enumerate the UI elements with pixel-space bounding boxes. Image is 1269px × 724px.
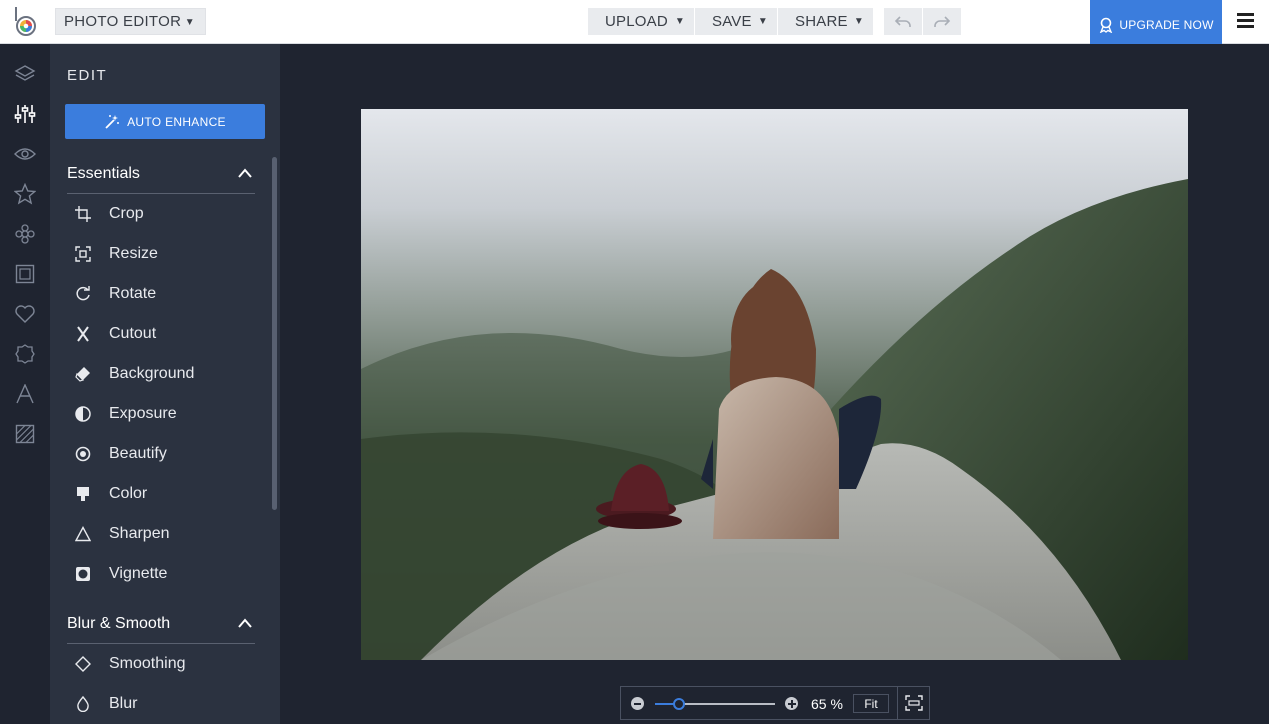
top-bar: PHOTO EDITOR ▼ UPLOAD ▼ SAVE ▼ SHARE ▼ U…	[0, 0, 1269, 50]
section-blur-smooth-header[interactable]: Blur & Smooth	[67, 604, 255, 644]
section-title: Blur & Smooth	[67, 614, 171, 632]
crop-icon	[72, 203, 94, 225]
tool-label: Background	[109, 365, 195, 382]
zoom-slider[interactable]	[655, 698, 775, 710]
star-icon[interactable]	[13, 182, 37, 206]
undo-icon	[894, 15, 911, 27]
section-title: Essentials	[67, 164, 140, 182]
tool-label: Smoothing	[109, 655, 186, 672]
drop-icon	[72, 693, 94, 715]
resize-icon	[72, 243, 94, 265]
tool-label: Resize	[109, 245, 158, 262]
upload-label: UPLOAD	[605, 13, 668, 30]
upgrade-now-button[interactable]: UPGRADE NOW	[1090, 0, 1222, 50]
tool-label: Blur	[109, 695, 138, 712]
zoom-slider-thumb[interactable]	[673, 698, 685, 710]
zoom-in-button[interactable]	[785, 697, 798, 710]
frame-icon[interactable]	[13, 262, 37, 286]
tool-exposure[interactable]: Exposure	[65, 394, 265, 434]
tool-resize[interactable]: Resize	[65, 234, 265, 274]
photo-canvas[interactable]	[361, 109, 1188, 660]
save-button[interactable]: SAVE ▼	[695, 8, 778, 35]
tool-label: Exposure	[109, 405, 177, 422]
zoom-value: 65 %	[811, 696, 843, 712]
chevron-up-icon	[238, 618, 252, 628]
fullscreen-icon	[905, 695, 923, 711]
app-switcher-menu[interactable]: PHOTO EDITOR ▼	[55, 8, 206, 35]
heart-icon[interactable]	[13, 302, 37, 326]
tool-vignette[interactable]: Vignette	[65, 554, 265, 594]
diamond-icon	[72, 653, 94, 675]
caret-down-icon: ▼	[757, 16, 768, 27]
app-switcher-label: PHOTO EDITOR	[64, 13, 182, 30]
zoom-bar: 65 % Fit	[620, 686, 930, 720]
badge-icon[interactable]	[13, 342, 37, 366]
fullscreen-button[interactable]	[897, 687, 930, 719]
redo-button[interactable]	[923, 8, 961, 35]
tool-smoothing[interactable]: Smoothing	[65, 644, 265, 684]
save-label: SAVE	[712, 13, 752, 30]
caret-down-icon: ▼	[184, 17, 195, 28]
tool-blur[interactable]: Blur	[65, 684, 265, 724]
share-label: SHARE	[795, 13, 848, 30]
rotate-icon	[72, 283, 94, 305]
tool-label: Vignette	[109, 565, 168, 582]
auto-enhance-button[interactable]: AUTO ENHANCE	[65, 104, 265, 139]
tool-label: Crop	[109, 205, 144, 222]
zoom-out-button[interactable]	[631, 697, 644, 710]
tool-beautify[interactable]: Beautify	[65, 434, 265, 474]
triangle-icon	[72, 523, 94, 545]
award-icon	[1100, 17, 1113, 33]
redo-icon	[934, 15, 951, 27]
section-essentials-header[interactable]: Essentials	[67, 154, 255, 194]
tool-label: Cutout	[109, 325, 157, 342]
auto-enhance-label: AUTO ENHANCE	[127, 114, 226, 129]
color-icon	[72, 483, 94, 505]
edit-panel: EDIT AUTO ENHANCE Essentials Crop Resize…	[50, 44, 280, 724]
panel-scrollbar[interactable]	[272, 157, 277, 510]
tool-label: Beautify	[109, 445, 167, 462]
hamburger-menu-icon[interactable]	[1237, 13, 1254, 31]
eye-icon[interactable]	[13, 142, 37, 166]
sliders-icon[interactable]	[13, 102, 37, 126]
exposure-icon	[72, 403, 94, 425]
fit-button[interactable]: Fit	[853, 694, 889, 713]
layers-icon[interactable]	[13, 62, 37, 86]
magic-wand-icon	[105, 114, 120, 129]
canvas-area	[280, 44, 1269, 724]
share-button[interactable]: SHARE ▼	[778, 8, 873, 35]
text-icon[interactable]	[13, 382, 37, 406]
tool-label: Color	[109, 485, 148, 502]
tool-background[interactable]: Background	[65, 354, 265, 394]
texture-icon[interactable]	[13, 422, 37, 446]
beautify-icon	[72, 443, 94, 465]
panel-title: EDIT	[67, 67, 108, 84]
upgrade-label: UPGRADE NOW	[1119, 18, 1214, 32]
tool-cutout[interactable]: Cutout	[65, 314, 265, 354]
caret-down-icon: ▼	[853, 16, 864, 27]
tool-color[interactable]: Color	[65, 474, 265, 514]
flower-icon[interactable]	[13, 222, 37, 246]
tool-crop[interactable]: Crop	[65, 194, 265, 234]
befunky-logo-icon[interactable]	[12, 6, 40, 38]
tool-category-rail	[0, 44, 50, 724]
eraser-icon	[72, 363, 94, 385]
tool-label: Sharpen	[109, 525, 170, 542]
upload-button[interactable]: UPLOAD ▼	[588, 8, 695, 35]
tool-label: Rotate	[109, 285, 157, 302]
undo-button[interactable]	[884, 8, 922, 35]
caret-down-icon: ▼	[674, 16, 685, 27]
plus-icon	[787, 699, 796, 708]
tool-rotate[interactable]: Rotate	[65, 274, 265, 314]
chevron-up-icon	[238, 168, 252, 178]
tool-sharpen[interactable]: Sharpen	[65, 514, 265, 554]
minus-icon	[634, 702, 641, 705]
vignette-icon	[72, 563, 94, 585]
scissors-icon	[72, 323, 94, 345]
